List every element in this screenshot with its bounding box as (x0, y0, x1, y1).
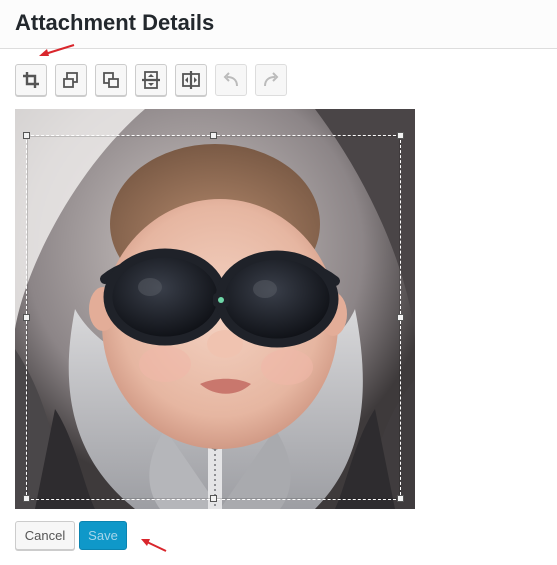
undo-icon (221, 70, 241, 90)
crop-handle-left[interactable] (23, 314, 30, 321)
attachment-details-panel: Attachment Details Cancel Save (0, 0, 557, 565)
cancel-button[interactable]: Cancel (15, 521, 75, 550)
panel-header: Attachment Details (0, 0, 557, 49)
crop-handle-top-left[interactable] (23, 132, 30, 139)
crop-selection-box[interactable] (26, 135, 401, 500)
redo-icon (261, 70, 281, 90)
crop-handle-bottom[interactable] (210, 495, 217, 502)
crop-handle-right[interactable] (397, 314, 404, 321)
annotation-arrow-icon (39, 44, 75, 56)
redo-button[interactable] (255, 64, 287, 96)
page-title: Attachment Details (15, 10, 215, 35)
crop-handle-bottom-right[interactable] (397, 495, 404, 502)
rotate-left-icon (61, 70, 81, 90)
flip-horizontal-icon (181, 70, 201, 90)
rotate-right-button[interactable] (95, 64, 127, 96)
save-button[interactable]: Save (79, 521, 127, 550)
crop-button[interactable] (15, 64, 47, 96)
rotate-right-icon (101, 70, 121, 90)
crop-handle-top-right[interactable] (397, 132, 404, 139)
crop-handle-top[interactable] (210, 132, 217, 139)
crop-icon (21, 70, 41, 90)
flip-vertical-button[interactable] (135, 64, 167, 96)
flip-horizontal-button[interactable] (175, 64, 207, 96)
rotate-left-button[interactable] (55, 64, 87, 96)
flip-vertical-icon (141, 70, 161, 90)
annotation-arrow-icon (141, 539, 167, 552)
image-editor-canvas[interactable] (15, 109, 415, 509)
crop-handle-bottom-left[interactable] (23, 495, 30, 502)
undo-button[interactable] (215, 64, 247, 96)
